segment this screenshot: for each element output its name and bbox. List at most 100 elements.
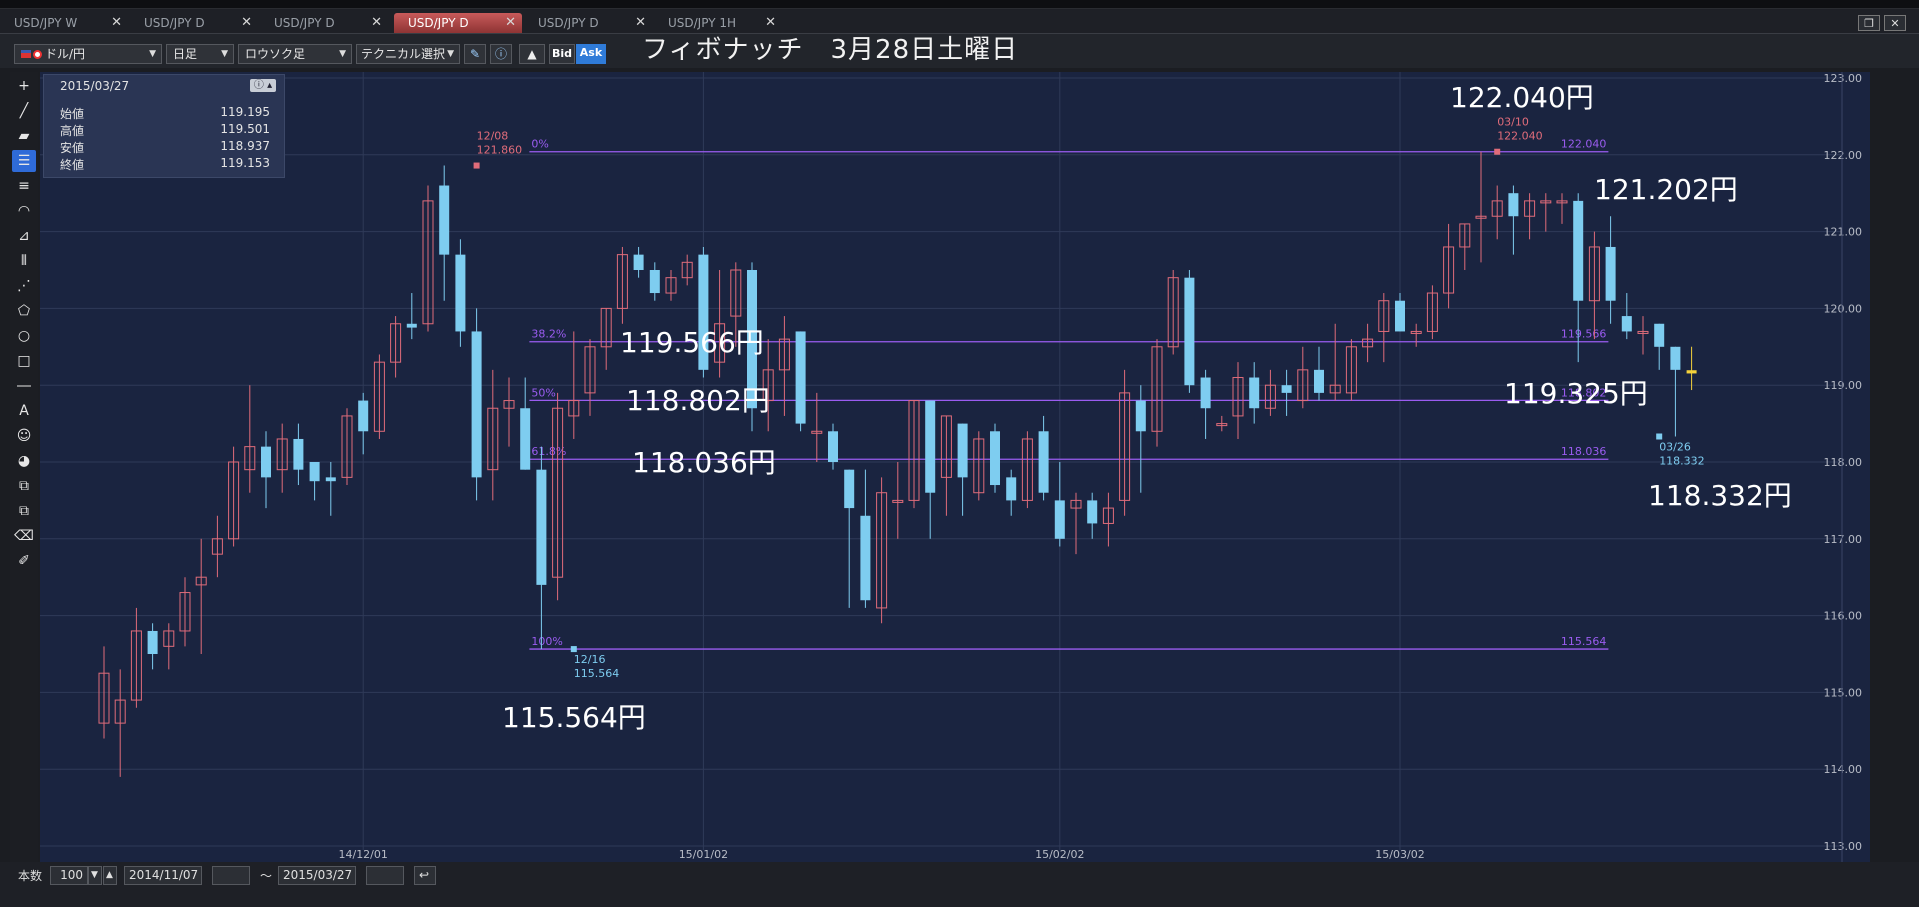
tab-label: USD/JPY 1H [668, 16, 736, 30]
ohlc-value: 119.153 [220, 156, 270, 170]
y-tick-label: 116.00 [1824, 610, 1863, 623]
bid-button[interactable]: Bid [549, 44, 575, 64]
tab-usdjpy-d-active[interactable]: USD/JPY D ✕ [394, 13, 522, 33]
close-icon[interactable]: ✕ [241, 13, 252, 33]
copy-icon[interactable]: ⧉ [12, 475, 36, 497]
y-tick-label: 121.00 [1824, 226, 1863, 239]
price-annotation: 122.040円 [1450, 81, 1594, 114]
price-annotation: 118.036円 [632, 446, 776, 479]
candle-body-down [471, 331, 482, 478]
chevron-down-icon: ▼ [149, 49, 156, 59]
ask-button[interactable]: Ask [576, 44, 606, 64]
candle-body-down [1573, 200, 1584, 301]
fibonacci-arc-icon[interactable]: ◠ [12, 200, 36, 222]
vertical-lines-icon[interactable]: ⦀ [12, 250, 36, 272]
close-icon[interactable]: ✕ [765, 13, 776, 33]
fibonacci-retracement-icon[interactable]: ☰ [12, 150, 36, 172]
from-time-input[interactable] [212, 866, 250, 885]
chevron-down-icon: ▼ [447, 49, 454, 59]
chevron-down-icon: ▼ [339, 49, 346, 59]
marker-value-label: 122.040 [1497, 130, 1543, 143]
tab-usdjpy-d-2[interactable]: USD/JPY D ✕ [260, 13, 388, 33]
y-tick-label: 122.00 [1824, 149, 1863, 162]
to-date-input[interactable]: 2015/03/27 [278, 866, 356, 885]
pitchfork-icon[interactable]: ⋰ [12, 275, 36, 297]
tab-usdjpy-1h[interactable]: USD/JPY 1H ✕ [654, 13, 782, 33]
candle-body-down [147, 630, 158, 654]
y-tick-label: 120.00 [1824, 302, 1863, 315]
fib-percent-label: 61.8% [531, 445, 566, 458]
emoji-icon[interactable]: ☺ [12, 425, 36, 447]
count-down-icon[interactable]: ▼ [88, 866, 102, 885]
candle-body-down [1281, 385, 1292, 393]
candle-body-down [1038, 431, 1049, 493]
tab-label: USD/JPY D [144, 16, 205, 30]
fib-percent-label: 50% [531, 386, 555, 399]
currency-select[interactable]: ドル/円 ▼ [14, 44, 162, 64]
ruler-icon[interactable]: ▰ [12, 125, 36, 147]
pencil-icon[interactable]: ✎ [464, 44, 486, 64]
y-tick-label: 114.00 [1824, 763, 1863, 776]
horizontal-line-icon[interactable]: ― [12, 375, 36, 397]
tab-label: USD/JPY D [538, 16, 599, 30]
candle-body-down [358, 400, 369, 432]
candle-body-down [406, 323, 417, 328]
candle-body-down [795, 331, 806, 424]
magnet-icon[interactable]: ◕ [12, 450, 36, 472]
restore-window-icon[interactable]: ❐ [1858, 15, 1880, 31]
close-window-icon[interactable]: ✕ [1884, 15, 1906, 31]
to-time-input[interactable] [366, 866, 404, 885]
drawing-toolbar: + ╱ ▰ ☰ ≡ ◠ ⊿ ⦀ ⋰ ⬠ ○ □ ― A ☺ ◕ ⧉ ⧉ ⌫ ✐ [10, 72, 38, 862]
count-up-icon[interactable]: ▲ [103, 866, 117, 885]
from-date-input[interactable]: 2014/11/07 [124, 866, 202, 885]
info-toggle-icon[interactable]: ⓘ ▴ [250, 79, 276, 92]
trendline-icon[interactable]: ╱ [12, 100, 36, 122]
tab-usdjpy-d-1[interactable]: USD/JPY D ✕ [130, 13, 258, 33]
candle-body-down [860, 515, 871, 601]
top-strip [0, 0, 1919, 9]
marker-date-label: 12/16 [574, 653, 606, 666]
fib-percent-label: 0% [531, 138, 548, 151]
close-icon[interactable]: ✕ [371, 13, 382, 33]
candle-body-down [293, 438, 304, 470]
gann-fan-icon[interactable]: ⊿ [12, 225, 36, 247]
ohlc-value: 119.501 [220, 122, 270, 136]
count-label: 本数 [18, 869, 43, 883]
count-input[interactable]: 100 [50, 866, 88, 885]
circle-icon[interactable]: ○ [12, 325, 36, 347]
mountain-chart-icon[interactable]: ▲ [519, 44, 545, 64]
crosshair-icon[interactable]: + [12, 75, 36, 97]
timeframe-select[interactable]: 日足 ▼ [166, 44, 234, 64]
candle-body-down [1395, 300, 1405, 332]
candle-body-down [1605, 246, 1616, 301]
x-tick-label: 14/12/01 [338, 848, 387, 861]
tab-usdjpy-w[interactable]: USD/JPY W ✕ [0, 13, 128, 33]
return-icon[interactable]: ↩ [414, 866, 436, 885]
chart-style-label: ロウソク足 [245, 47, 306, 61]
range-tilde: ～ [260, 869, 273, 883]
close-icon[interactable]: ✕ [505, 13, 516, 33]
technical-select[interactable]: テクニカル選択 ▼ [356, 44, 460, 64]
ohlc-row-low: 安値 118.937 [60, 139, 270, 155]
fibonacci-fan-icon[interactable]: ≡ [12, 175, 36, 197]
rectangle-icon[interactable]: □ [12, 350, 36, 372]
ohlc-value: 119.195 [220, 105, 270, 119]
pentagon-icon[interactable]: ⬠ [12, 300, 36, 322]
candle-body-down [325, 477, 336, 482]
chart-style-select[interactable]: ロウソク足 ▼ [238, 44, 352, 64]
candle-body-down [261, 446, 271, 478]
close-icon[interactable]: ✕ [635, 13, 646, 33]
delete-all-icon[interactable]: ✐ [12, 550, 36, 572]
y-tick-label: 123.00 [1824, 72, 1863, 85]
tab-bar: USD/JPY W ✕ USD/JPY D ✕ USD/JPY D ✕ USD/JPY… [0, 9, 1919, 34]
marker-value-label: 121.860 [477, 144, 522, 157]
candle-body-down [1654, 323, 1665, 347]
close-icon[interactable]: ✕ [111, 13, 122, 33]
duplicate-icon[interactable]: ⧉ [12, 500, 36, 522]
tab-usdjpy-d-3[interactable]: USD/JPY D ✕ [524, 13, 652, 33]
candle-body-down [1087, 500, 1098, 524]
text-icon[interactable]: A [12, 400, 36, 422]
info-icon[interactable]: ⓘ [490, 44, 512, 64]
ohlc-row-high: 高値 119.501 [60, 122, 270, 138]
eraser-icon[interactable]: ⌫ [12, 525, 36, 547]
